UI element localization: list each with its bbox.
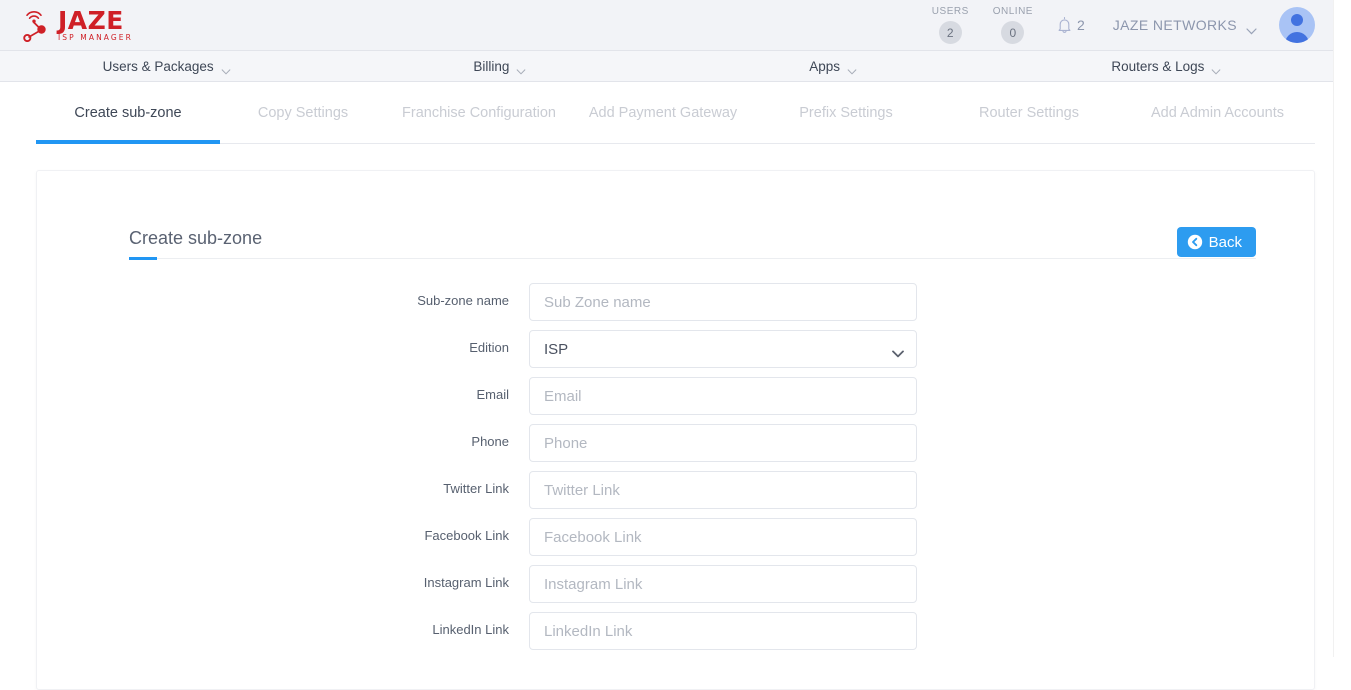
facebook-link-input[interactable] xyxy=(529,518,917,556)
brand-logo[interactable]: JAZE ISP MANAGER xyxy=(18,0,133,50)
field-row-linkedin-link: LinkedIn Link xyxy=(37,612,1314,650)
nav-item-billing[interactable]: Billing xyxy=(333,58,666,75)
back-button[interactable]: Back xyxy=(1176,227,1256,257)
online-stat[interactable]: ONLINE 0 xyxy=(993,6,1033,44)
nav-item-users-packages[interactable]: Users & Packages xyxy=(0,58,333,75)
wifi-network-nodes-icon xyxy=(18,8,54,43)
arrow-circle-left-icon xyxy=(1187,234,1203,250)
sub-zone-form: Sub-zone name Edition ISP Email Phone xyxy=(37,265,1314,650)
instagram-link-input[interactable] xyxy=(529,565,917,603)
title-accent-bar xyxy=(129,257,157,260)
email-input[interactable] xyxy=(529,377,917,415)
tab-copy-settings[interactable]: Copy Settings xyxy=(220,82,386,143)
nav-item-label: Apps xyxy=(809,58,841,74)
tab-label: Copy Settings xyxy=(257,104,349,121)
nav-item-label: Billing xyxy=(473,58,510,74)
linkedin-link-input[interactable] xyxy=(529,612,917,650)
field-row-phone: Phone xyxy=(37,424,1314,462)
notification-count: 2 xyxy=(1076,17,1085,33)
email-label: Email xyxy=(476,387,509,402)
avatar-head xyxy=(1291,14,1303,26)
field-row-twitter-link: Twitter Link xyxy=(37,471,1314,509)
tab-add-payment-gateway[interactable]: Add Payment Gateway xyxy=(572,82,754,143)
tab-franchise-configuration[interactable]: Franchise Configuration xyxy=(386,82,572,143)
tab-label: Franchise Configuration xyxy=(402,104,556,121)
edition-label: Edition xyxy=(469,340,509,355)
instagram-link-label: Instagram Link xyxy=(423,575,509,590)
field-row-instagram-link: Instagram Link xyxy=(37,565,1314,603)
chevron-down-icon xyxy=(847,63,857,75)
organization-label: JAZE NETWORKS xyxy=(1112,17,1237,33)
nav-item-routers-logs[interactable]: Routers & Logs xyxy=(1000,58,1333,75)
tab-label: Create sub-zone xyxy=(74,104,182,121)
tab-label: Prefix Settings xyxy=(799,104,893,121)
chevron-down-icon xyxy=(221,63,231,75)
facebook-link-label: Facebook Link xyxy=(424,528,509,543)
nav-item-apps[interactable]: Apps xyxy=(667,58,1000,75)
nav-item-label: Users & Packages xyxy=(102,58,214,74)
chevron-down-icon xyxy=(1211,63,1221,75)
twitter-link-label: Twitter Link xyxy=(443,481,509,496)
tab-router-settings[interactable]: Router Settings xyxy=(938,82,1120,143)
sub-zone-name-label: Sub-zone name xyxy=(417,293,509,308)
brand-name: JAZE xyxy=(58,5,124,35)
online-stat-label: ONLINE xyxy=(992,6,1033,17)
users-stat-value: 2 xyxy=(938,21,962,44)
organization-menu[interactable]: JAZE NETWORKS xyxy=(1112,17,1257,34)
field-row-edition: Edition ISP xyxy=(37,330,1314,368)
tab-bar: Create sub-zone Copy Settings Franchise … xyxy=(36,82,1315,144)
field-row-sub-zone-name: Sub-zone name xyxy=(37,283,1314,321)
edition-select-wrap: ISP xyxy=(529,330,917,368)
bell-icon xyxy=(1057,16,1072,34)
users-stat[interactable]: USERS 2 xyxy=(932,6,969,44)
header-right-group: USERS 2 ONLINE 0 2 JAZE NETWORKS xyxy=(932,0,1333,50)
brand-tagline: ISP MANAGER xyxy=(58,32,133,42)
field-row-email: Email xyxy=(37,377,1314,415)
top-header-bar: JAZE ISP MANAGER USERS 2 ONLINE 0 2 JAZE… xyxy=(0,0,1333,51)
tab-label: Add Payment Gateway xyxy=(588,104,738,121)
main-navigation: Users & Packages Billing Apps Routers & … xyxy=(0,51,1333,82)
user-avatar-icon[interactable] xyxy=(1279,7,1315,43)
tab-create-sub-zone[interactable]: Create sub-zone xyxy=(36,82,220,144)
users-stat-label: USERS xyxy=(931,6,969,17)
sub-zone-name-input[interactable] xyxy=(529,283,917,321)
card-header: Create sub-zone Back xyxy=(37,171,1314,265)
nav-item-label: Routers & Logs xyxy=(1111,58,1205,74)
twitter-link-input[interactable] xyxy=(529,471,917,509)
chevron-down-icon xyxy=(1246,22,1257,34)
online-stat-value: 0 xyxy=(1001,21,1025,44)
avatar-body xyxy=(1285,32,1309,43)
page-title: Create sub-zone xyxy=(129,228,263,248)
tab-add-admin-accounts[interactable]: Add Admin Accounts xyxy=(1120,82,1315,143)
tab-prefix-settings[interactable]: Prefix Settings xyxy=(754,82,938,143)
create-sub-zone-card: Create sub-zone Back Sub-zone name Editi… xyxy=(36,170,1315,690)
notifications-button[interactable]: 2 xyxy=(1057,16,1085,34)
phone-label: Phone xyxy=(471,434,509,449)
linkedin-link-label: LinkedIn Link xyxy=(432,622,509,637)
phone-input[interactable] xyxy=(529,424,917,462)
tab-label: Add Admin Accounts xyxy=(1151,104,1284,121)
title-divider xyxy=(129,258,1256,259)
back-button-label: Back xyxy=(1208,233,1242,251)
edition-select[interactable]: ISP xyxy=(529,330,917,368)
tab-label: Router Settings xyxy=(979,104,1079,121)
chevron-down-icon xyxy=(516,63,526,75)
field-row-facebook-link: Facebook Link xyxy=(37,518,1314,556)
page-scrollbar[interactable] xyxy=(1333,0,1351,657)
